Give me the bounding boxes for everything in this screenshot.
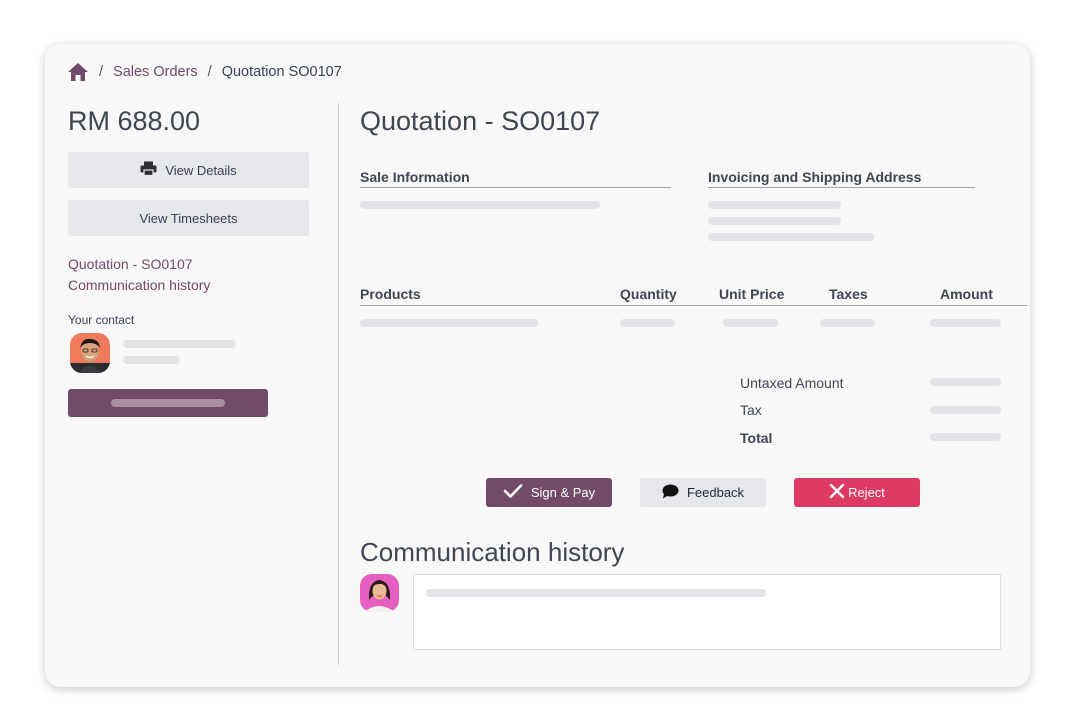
reject-button[interactable]: Reject <box>794 478 920 507</box>
table-row-product-skeleton <box>360 319 538 327</box>
sidebar-link-quotation[interactable]: Quotation - SO0107 <box>68 256 193 272</box>
feedback-button[interactable]: Feedback <box>640 478 766 507</box>
breadcrumb-separator: / <box>99 64 104 80</box>
invoicing-address-heading: Invoicing and Shipping Address <box>708 169 922 185</box>
section-divider <box>360 187 671 188</box>
column-quantity: Quantity <box>620 286 677 302</box>
quotation-title: Quotation - SO0107 <box>360 106 601 136</box>
contact-action-button[interactable] <box>68 389 268 417</box>
address-line-skeleton <box>708 233 874 241</box>
table-row-taxes-skeleton <box>820 319 875 327</box>
table-header-divider <box>360 305 1027 306</box>
sale-info-skeleton <box>360 201 600 209</box>
order-total-price: RM 688.00 <box>68 106 201 136</box>
address-line-skeleton <box>708 217 841 225</box>
table-row-quantity-skeleton <box>620 319 675 327</box>
column-amount: Amount <box>940 286 993 302</box>
tax-amount-skeleton <box>930 406 1001 414</box>
printer-icon <box>140 161 157 179</box>
view-details-button[interactable]: View Details <box>68 152 309 188</box>
column-products: Products <box>360 286 421 302</box>
view-timesheets-label: View Timesheets <box>139 210 238 226</box>
sidebar-link-communication-history[interactable]: Communication history <box>68 277 210 293</box>
contact-label: Your contact <box>68 313 135 327</box>
column-unit-price: Unit Price <box>719 286 785 302</box>
speech-bubble-icon <box>662 484 679 502</box>
checkmark-icon <box>503 483 523 502</box>
breadcrumb-sales-orders[interactable]: Sales Orders <box>113 64 198 80</box>
section-divider <box>708 187 975 188</box>
contact-name-skeleton <box>123 340 236 348</box>
total-label: Total <box>740 430 773 446</box>
breadcrumb-separator: / <box>207 64 212 80</box>
view-timesheets-button[interactable]: View Timesheets <box>68 200 309 236</box>
close-icon <box>829 483 845 502</box>
communication-history-title: Communication history <box>360 537 625 567</box>
comment-text-skeleton <box>426 589 766 597</box>
breadcrumb-current: Quotation SO0107 <box>221 64 342 80</box>
address-line-skeleton <box>708 201 841 209</box>
view-details-label: View Details <box>165 162 237 178</box>
user-avatar <box>360 574 399 612</box>
reject-label: Reject <box>848 485 885 500</box>
home-icon[interactable] <box>67 62 89 82</box>
tax-label: Tax <box>740 402 762 418</box>
feedback-label: Feedback <box>686 485 745 500</box>
column-taxes: Taxes <box>829 286 868 302</box>
table-row-amount-skeleton <box>930 319 1001 327</box>
contact-avatar <box>70 333 110 373</box>
sign-pay-label: Sign & Pay <box>530 485 596 500</box>
table-row-unit-price-skeleton <box>723 319 778 327</box>
contact-detail-skeleton <box>123 356 180 364</box>
untaxed-amount-label: Untaxed Amount <box>740 375 844 391</box>
sale-information-heading: Sale Information <box>360 169 470 185</box>
untaxed-amount-skeleton <box>930 378 1001 386</box>
comment-input[interactable] <box>413 574 1001 650</box>
sign-pay-button[interactable]: Sign & Pay <box>486 478 612 507</box>
button-label-skeleton <box>111 399 225 407</box>
breadcrumb: / Sales Orders / Quotation SO0107 <box>67 60 342 84</box>
vertical-divider <box>338 103 339 665</box>
total-amount-skeleton <box>930 433 1001 441</box>
